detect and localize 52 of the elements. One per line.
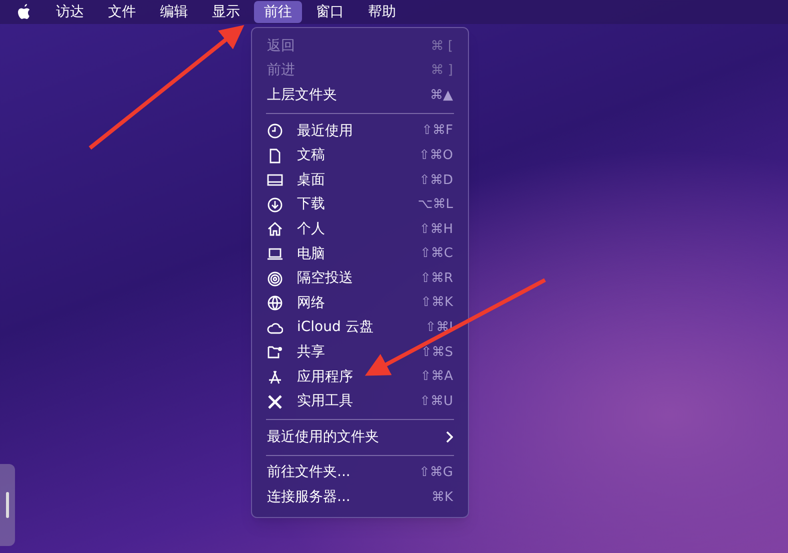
shortcut-label: ⌘K bbox=[431, 488, 453, 507]
shortcut-label: ⌥⌘L bbox=[418, 196, 453, 214]
chevron-right-icon bbox=[445, 431, 453, 444]
shortcut-label: ⇧⌘U bbox=[420, 392, 453, 411]
menu-item[interactable]: 连接服务器... ⌘K bbox=[252, 485, 468, 510]
home-icon bbox=[267, 221, 283, 238]
menu-item[interactable]: 电脑 ⇧⌘C bbox=[252, 242, 468, 266]
menu-item[interactable]: 网络 ⇧⌘K bbox=[252, 290, 468, 316]
shortcut-label: ⌘ [ bbox=[430, 38, 453, 56]
shortcut-label: ⇧⌘I bbox=[425, 319, 453, 338]
clock-icon bbox=[267, 123, 283, 140]
shortcut-label: ⇧⌘F bbox=[422, 122, 453, 140]
shortcut-label: ⇧⌘H bbox=[419, 220, 453, 239]
globe-icon bbox=[267, 295, 283, 312]
menu-item[interactable]: 实用工具 ⇧⌘U bbox=[252, 389, 468, 414]
shortcut-label: ⇧⌘S bbox=[420, 344, 453, 362]
menu-item[interactable]: 共享 ⇧⌘S bbox=[252, 340, 468, 365]
menu-bar-item[interactable]: 前往 bbox=[254, 1, 302, 23]
shortcut-label: ⇧⌘G bbox=[419, 464, 453, 482]
menu-bar-item[interactable]: 帮助 bbox=[358, 1, 406, 23]
menu-item[interactable]: 应用程序 ⇧⌘A bbox=[252, 364, 468, 390]
menu-item[interactable]: 个人 ⇧⌘H bbox=[252, 217, 468, 242]
download-icon bbox=[267, 196, 283, 213]
shortcut-label: ⌘ ] bbox=[430, 62, 453, 80]
shortcut-label: ⌘▲ bbox=[430, 86, 453, 105]
menu-bar-item[interactable]: 显示 bbox=[202, 1, 250, 23]
menu-bar-item[interactable]: 窗口 bbox=[306, 1, 354, 23]
shortcut-label: ⇧⌘D bbox=[419, 172, 453, 190]
shortcut-label: ⇧⌘O bbox=[418, 146, 453, 165]
shortcut-label: ⇧⌘R bbox=[420, 270, 453, 288]
menu-bar-item[interactable]: 文件 bbox=[98, 1, 146, 23]
apple-logo-icon[interactable] bbox=[16, 3, 32, 21]
menu-bar-item[interactable]: 访达 bbox=[46, 1, 94, 23]
app-store-a-icon bbox=[267, 369, 283, 386]
menu-item[interactable]: 前往文件夹... ⇧⌘G bbox=[252, 460, 468, 486]
menu-item[interactable]: 最近使用 ⇧⌘F bbox=[252, 118, 468, 144]
desktop-icon bbox=[267, 172, 283, 188]
shared-folder-icon bbox=[267, 344, 283, 360]
shortcut-label: ⇧⌘K bbox=[420, 294, 453, 312]
menu-item[interactable]: 上层文件夹 ⌘▲ bbox=[252, 83, 468, 108]
menu-item[interactable]: 最近使用的文件夹 bbox=[252, 424, 468, 450]
shortcut-label: ⇧⌘C bbox=[420, 245, 453, 264]
menu-item[interactable]: 文稿 ⇧⌘O bbox=[252, 143, 468, 168]
document-icon bbox=[267, 148, 283, 164]
menu-item[interactable]: 隔空投送 ⇧⌘R bbox=[252, 266, 468, 291]
shortcut-label: ⇧⌘A bbox=[420, 368, 453, 386]
menu-item[interactable]: 下载 ⌥⌘L bbox=[252, 192, 468, 218]
menu-item[interactable]: iCloud 云盘 ⇧⌘I bbox=[252, 316, 468, 340]
menu-bar-item[interactable]: 编辑 bbox=[150, 1, 198, 23]
laptop-icon bbox=[267, 246, 283, 262]
menu-item[interactable]: 桌面 ⇧⌘D bbox=[252, 168, 468, 193]
airdrop-icon bbox=[267, 270, 283, 287]
